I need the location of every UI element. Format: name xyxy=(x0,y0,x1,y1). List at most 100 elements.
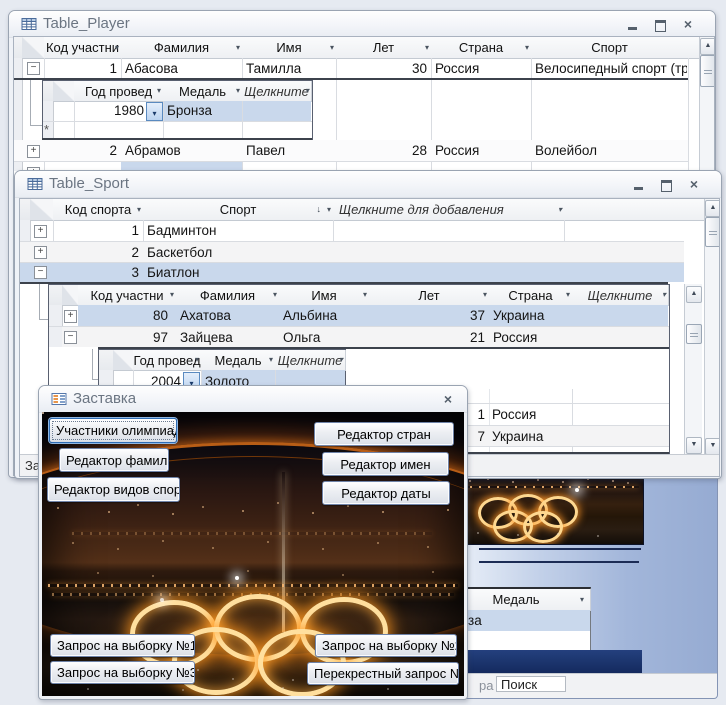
scroll-down-icon[interactable]: ▼ xyxy=(705,438,720,455)
column-header[interactable]: Код участни▾ xyxy=(78,285,177,306)
table-row[interactable]: 2 Абрамов Павел 28 Россия Волейбол xyxy=(14,140,688,161)
collapse-icon[interactable]: − xyxy=(64,331,77,344)
dropdown-icon[interactable]: ▾ xyxy=(115,37,119,58)
table-row[interactable]: 2 Баскетбол xyxy=(20,242,684,262)
column-header[interactable]: Фамилия▾ xyxy=(121,37,243,59)
close-icon[interactable]: × xyxy=(437,392,459,407)
column-header[interactable]: Код спорта▾ xyxy=(53,199,144,221)
date-editor-button[interactable]: Редактор даты xyxy=(322,481,450,505)
scroll-up-icon[interactable]: ▲ xyxy=(700,38,715,55)
dropdown-icon[interactable]: ▾ xyxy=(483,285,487,305)
column-header[interactable]: Страна▾ xyxy=(431,37,532,59)
scroll-down-icon[interactable]: ▼ xyxy=(686,437,702,454)
select-query-2-button[interactable]: Запрос на выборку №2 xyxy=(315,634,457,657)
table-row-selected[interactable]: 80 Ахатова Альбина 37 Украина xyxy=(78,305,668,326)
name-editor-button[interactable]: Редактор имен xyxy=(322,452,449,476)
sport-types-editor-button[interactable]: Редактор видов спорта xyxy=(47,477,180,502)
column-header-sorted[interactable]: Спорт↓▾ xyxy=(143,199,334,221)
sub-select-all[interactable] xyxy=(113,350,134,371)
country-editor-button[interactable]: Редактор стран xyxy=(314,422,454,446)
dropdown-icon[interactable]: ▾ xyxy=(363,285,367,305)
restore-icon[interactable] xyxy=(655,177,677,192)
table-sport-title: Table_Sport xyxy=(49,175,129,192)
select-query-3-button[interactable]: Запрос на выборку №3 xyxy=(50,661,195,684)
dropdown-icon[interactable]: ▾ xyxy=(236,37,240,58)
column-header[interactable]: Медаль▾ xyxy=(201,350,276,371)
column-header[interactable]: Фамилия▾ xyxy=(176,285,280,306)
dropdown-icon[interactable]: ▾ xyxy=(525,37,529,58)
column-header[interactable]: Код участни▾ xyxy=(44,37,122,59)
table-row[interactable]: 1 Бадминтон xyxy=(20,220,684,241)
column-header[interactable]: Лет▾ xyxy=(336,37,432,59)
new-record-icon[interactable]: * xyxy=(44,122,49,137)
select-query-1-button[interactable]: Запрос на выборку №1 xyxy=(50,634,195,657)
combo-dropdown-button[interactable]: ▾ xyxy=(146,102,163,121)
column-header[interactable]: Лет▾ xyxy=(369,285,490,306)
sub-select-all[interactable] xyxy=(53,81,75,102)
collapse-icon[interactable]: − xyxy=(27,62,40,75)
table-player-titlebar[interactable]: Table_Player × xyxy=(9,11,715,38)
dropdown-icon[interactable]: ▾ xyxy=(425,37,429,58)
splash-titlebar[interactable]: Заставка × xyxy=(39,386,467,413)
dropdown-icon[interactable]: ▾ xyxy=(662,285,666,305)
dropdown-icon[interactable]: ▾ xyxy=(273,285,277,305)
scrollbar-thumb[interactable] xyxy=(705,217,720,247)
form-line xyxy=(479,561,639,563)
collapse-icon[interactable]: − xyxy=(34,266,47,279)
dropdown-icon[interactable]: ▾ xyxy=(330,37,334,58)
dropdown-icon[interactable]: ▾ xyxy=(137,199,141,220)
dropdown-icon[interactable]: ▾ xyxy=(566,285,570,305)
expand-icon[interactable]: + xyxy=(64,310,77,323)
column-header[interactable]: Имя▾ xyxy=(279,285,370,306)
column-header[interactable]: Имя▾ xyxy=(242,37,337,59)
participants-button[interactable]: Участники олимпиады xyxy=(49,418,177,443)
scrollbar-thumb[interactable] xyxy=(700,55,715,87)
expand-icon[interactable]: + xyxy=(27,145,40,158)
expander-column-header[interactable] xyxy=(22,37,45,59)
expand-icon[interactable]: + xyxy=(34,246,47,259)
column-header[interactable]: Медаль▾ xyxy=(163,81,243,102)
column-header[interactable]: Год провед▾ xyxy=(133,350,202,371)
dropdown-icon[interactable]: ▾ xyxy=(580,589,584,610)
restore-icon[interactable] xyxy=(649,17,671,32)
sub-select-all[interactable] xyxy=(62,285,79,306)
minimize-icon[interactable] xyxy=(627,177,649,192)
stadium-photo-small xyxy=(456,471,644,545)
dropdown-icon[interactable]: ▾ xyxy=(339,350,343,370)
dropdown-icon[interactable]: ▾ xyxy=(558,199,562,220)
add-column-header[interactable]: Щелкните▾ xyxy=(572,285,669,306)
expand-icon[interactable]: + xyxy=(34,225,47,238)
minimize-icon[interactable] xyxy=(621,17,643,32)
scrollbar-thumb[interactable] xyxy=(686,324,702,344)
dropdown-icon[interactable]: ▾ xyxy=(236,81,240,101)
add-column-header[interactable]: Щелкните для добавления▾ xyxy=(333,199,571,221)
scroll-up-icon[interactable]: ▲ xyxy=(705,200,720,217)
table-row[interactable]: 97 Зайцева Ольга 21 Россия xyxy=(62,327,669,347)
table-row-selected[interactable]: 3 Биатлон xyxy=(20,263,684,282)
player-subdatasheet: Год провед▾ Медаль▾ Щелкните▾ 1980 ▾ Бро… xyxy=(42,80,313,140)
table-row[interactable]: 1 Абасова Тамилла 30 Россия Велосипедный… xyxy=(14,58,688,78)
close-icon[interactable]: × xyxy=(683,177,705,192)
column-header[interactable]: Год провед▾ xyxy=(74,81,164,102)
column-header[interactable]: Спорт xyxy=(531,37,689,59)
table-sport-titlebar[interactable]: Table_Sport × xyxy=(15,171,721,198)
crosstab-query-4-button[interactable]: Перекрестный запрос №4 xyxy=(307,662,459,685)
add-column-header[interactable]: Щелкните▾ xyxy=(242,81,312,102)
dropdown-icon[interactable]: ▾ xyxy=(305,81,309,101)
dropdown-icon[interactable]: ▾ xyxy=(195,350,199,370)
expander-column-header[interactable] xyxy=(30,199,54,221)
surname-editor-button[interactable]: Редактор фамилий xyxy=(59,448,169,472)
dropdown-icon[interactable]: ▾ xyxy=(170,285,174,305)
column-header[interactable]: Страна▾ xyxy=(489,285,573,306)
close-icon[interactable]: × xyxy=(677,17,699,32)
scroll-up-icon[interactable]: ▲ xyxy=(686,286,702,303)
dropdown-icon[interactable]: ▾ xyxy=(157,81,161,101)
vertical-scrollbar[interactable]: ▲ ▼ xyxy=(704,199,720,454)
sub-vertical-scrollbar[interactable]: ▲ ▼ xyxy=(684,284,702,454)
filter-status: ра xyxy=(479,678,493,693)
add-column-header[interactable]: Щелкните▾ xyxy=(275,350,346,371)
access-mdi-workspace: Table_Player × Код участни▾ Фамилия▾ Имя… xyxy=(0,0,726,705)
search-input[interactable] xyxy=(496,676,566,692)
dropdown-icon[interactable]: ▾ xyxy=(327,199,331,220)
dropdown-icon[interactable]: ▾ xyxy=(269,350,273,370)
